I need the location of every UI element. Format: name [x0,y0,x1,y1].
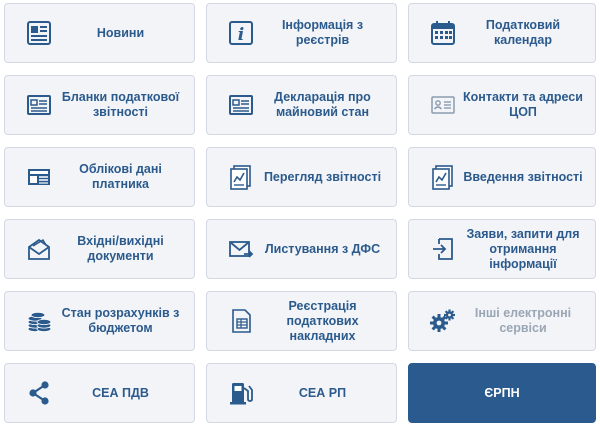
svg-text:i: i [238,25,244,45]
tile-budget-settlements[interactable]: Стан розрахунків з бюджетом [4,291,195,351]
gears-icon [429,307,457,335]
tile-label: СЕА ПДВ [92,385,149,400]
tile-label: Введення звітності [463,169,583,184]
tile-sea-rp[interactable]: СЕА РП [206,363,397,423]
info-icon: i [227,19,255,47]
tile-enter-reports[interactable]: Введення звітності [408,147,596,207]
tile-label: Перегляд звітності [263,169,382,184]
tile-contacts[interactable]: Контакти та адреси ЦОП [408,75,596,135]
envelope-documents-icon [25,235,53,263]
tile-label: Новини [96,25,145,40]
tile-label: Облікові дані платника [79,162,162,191]
tile-report-forms[interactable]: Бланки податкової звітності [4,75,195,135]
share-icon [25,379,53,407]
tile-label: Вхідні/вихідні документи [77,234,164,263]
tile-view-reports[interactable]: Перегляд звітності [206,147,397,207]
tile-label: Декларація про майновий стан [274,90,371,119]
services-grid: Новини i Інформація з реєстрів Податкови… [0,0,600,426]
tile-property-declaration[interactable]: Декларація про майновий стан [206,75,397,135]
tile-news[interactable]: Новини [4,3,195,63]
declaration-icon [227,91,255,119]
contacts-card-icon [429,91,457,119]
view-reports-icon [227,163,255,191]
tile-label: СЕА РП [298,385,347,400]
tile-other-e-services[interactable]: Інші електронні сервіси [408,291,596,351]
tile-in-out-documents[interactable]: Вхідні/вихідні документи [4,219,195,279]
tile-tax-invoice-registration[interactable]: Реєстрація податкових накладних [206,291,397,351]
request-icon [429,235,457,263]
invoice-register-icon [227,307,255,335]
tile-label: Інформація з реєстрів [281,18,364,47]
tile-label: Стан розрахунків з бюджетом [61,306,180,335]
enter-reports-icon [429,163,457,191]
tile-label: Листування з ДФС [264,241,381,256]
coins-icon [25,307,53,335]
tile-label: Інші електронні сервіси [474,306,572,335]
tile-taxpayer-data[interactable]: Облікові дані платника [4,147,195,207]
tile-registry-info[interactable]: i Інформація з реєстрів [206,3,397,63]
tile-sea-pdv[interactable]: СЕА ПДВ [4,363,195,423]
tile-erpn[interactable]: ЄРПН [408,363,596,423]
tile-label: Реєстрація податкових накладних [286,298,359,343]
fuel-pump-icon [227,379,255,407]
calendar-icon [429,19,457,47]
send-mail-icon [227,235,255,263]
tile-requests[interactable]: Заяви, запити для отримання інформації [408,219,596,279]
taxpayer-data-icon [25,163,53,191]
tile-label: Контакти та адреси ЦОП [463,90,583,119]
tile-correspondence[interactable]: Листування з ДФС [206,219,397,279]
tile-label: ЄРПН [484,385,520,400]
forms-icon [25,91,53,119]
tile-label: Заяви, запити для отримання інформації [466,226,580,271]
tile-label: Бланки податкової звітності [61,90,180,119]
tile-tax-calendar[interactable]: Податковий календар [408,3,596,63]
newspaper-icon [25,19,53,47]
tile-label: Податковий календар [485,18,561,47]
